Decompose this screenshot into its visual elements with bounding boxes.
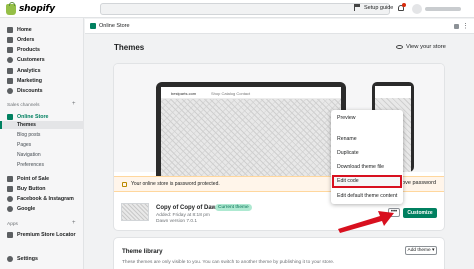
sidebar-item-orders[interactable]: Orders — [0, 35, 84, 44]
store-icon — [7, 113, 13, 120]
sidebar-item-premium-store-locator[interactable]: Premium Store Locator — [0, 230, 84, 239]
orders-icon — [7, 36, 13, 43]
avatar — [412, 4, 422, 14]
menu-item-preview[interactable]: Preview — [331, 113, 403, 124]
sidebar-item-label: Products — [17, 46, 40, 53]
setup-guide-button[interactable]: Setup guide — [354, 4, 393, 11]
theme-library-card: Theme library Add theme ▾ These themes a… — [114, 238, 444, 269]
menu-item-duplicate[interactable]: Duplicate — [331, 148, 403, 159]
view-store-link[interactable]: View your store — [396, 44, 446, 50]
tag-icon — [7, 46, 13, 53]
view-store-label: View your store — [406, 44, 446, 50]
add-theme-button[interactable]: Add theme ▾ — [405, 246, 437, 255]
sidebar-item-label: Marketing — [17, 77, 43, 84]
theme-library-title: Theme library — [122, 248, 163, 255]
discount-icon — [7, 87, 13, 94]
account-name-redacted — [425, 7, 461, 11]
sidebar-item-settings[interactable]: Settings — [0, 254, 84, 263]
shopify-bag-icon — [6, 1, 16, 15]
theme-name: Copy of Copy of Dawn — [156, 205, 220, 211]
megaphone-icon — [7, 77, 13, 84]
theme-actions-menu: Preview Rename Duplicate Download theme … — [331, 110, 403, 204]
sidebar-subitem-navigation[interactable]: Navigation — [0, 151, 84, 159]
search-input[interactable] — [100, 3, 390, 15]
sidebar-item-products[interactable]: Products — [0, 45, 84, 54]
sidebar-item-facebook-instagram[interactable]: Facebook & Instagram — [0, 194, 84, 203]
sidebar-subitem-preferences[interactable]: Preferences — [0, 161, 84, 169]
account-menu[interactable] — [412, 3, 468, 15]
sidebar-item-point-of-sale[interactable]: Point of Sale — [0, 174, 84, 183]
breadcrumb: Online Store ⋮ — [85, 19, 474, 34]
sidebar-item-label: Customers — [17, 56, 45, 63]
sidebar-item-label: Settings — [17, 255, 38, 262]
add-channel-icon[interactable]: + — [72, 101, 76, 107]
store-icon — [90, 23, 96, 29]
home-icon — [7, 26, 13, 33]
sidebar-subitem-pages[interactable]: Pages — [0, 141, 84, 149]
password-banner-text: Your online store is password protected. — [131, 181, 220, 187]
sales-channels-heading: Sales channels — [7, 103, 40, 108]
sidebar-item-google[interactable]: Google — [0, 204, 84, 213]
flag-icon — [354, 4, 361, 11]
red-arrow-annotation — [338, 211, 394, 233]
notifications-bell-icon[interactable] — [397, 3, 406, 13]
page-title: Themes — [114, 43, 145, 52]
sidebar-item-label: Point of Sale — [17, 175, 50, 182]
sidebar-item-label: Home — [17, 26, 32, 33]
facebook-icon — [7, 195, 13, 202]
chart-icon — [7, 67, 13, 74]
customize-button[interactable]: Customize — [403, 208, 437, 218]
lock-icon — [122, 181, 127, 187]
sidebar: Home Orders Products Customers Analytics… — [0, 18, 84, 269]
sidebar-item-label: Buy Button — [17, 185, 46, 192]
notification-badge — [402, 3, 406, 7]
preview-site-links: Shop Catalog Contact — [211, 91, 251, 96]
theme-thumbnail — [121, 203, 149, 221]
sidebar-item-label: Google — [17, 205, 36, 212]
setup-guide-label: Setup guide — [364, 4, 394, 11]
pin-icon[interactable] — [454, 24, 459, 29]
menu-item-rename[interactable]: Rename — [331, 134, 403, 145]
brand-name: shopify — [19, 4, 55, 14]
preview-site-name: bestparts.com — [171, 91, 197, 96]
menu-item-edit-default-theme-content[interactable]: Edit default theme content — [331, 191, 403, 202]
theme-library-description: These themes are only visible to you. Yo… — [122, 260, 335, 265]
theme-version: Dawn version 7.0.1 — [156, 219, 198, 224]
sidebar-item-label: Online Store — [17, 113, 49, 120]
highlight-box-annotation — [332, 175, 402, 188]
app-icon — [7, 231, 13, 238]
add-app-icon[interactable]: + — [72, 220, 76, 226]
sidebar-subitem-blog-posts[interactable]: Blog posts — [0, 131, 84, 139]
shopify-logo[interactable]: shopify — [6, 1, 55, 15]
sidebar-item-home[interactable]: Home — [0, 25, 84, 34]
gear-icon — [7, 255, 13, 262]
sidebar-item-analytics[interactable]: Analytics — [0, 66, 84, 75]
sidebar-item-label: Analytics — [17, 67, 41, 74]
sidebar-item-label: Premium Store Locator — [17, 231, 76, 238]
sidebar-item-label: Facebook & Instagram — [17, 195, 74, 202]
google-icon — [7, 205, 13, 212]
sidebar-item-label: Orders — [17, 36, 35, 43]
person-icon — [7, 56, 13, 63]
menu-item-download-theme-file[interactable]: Download theme file — [331, 162, 403, 173]
current-theme-badge: Current theme — [215, 204, 252, 211]
sidebar-item-label: Discounts — [17, 87, 43, 94]
apps-heading: Apps — [7, 222, 18, 227]
breadcrumb-label[interactable]: Online Store — [99, 23, 130, 29]
preview-site-header: bestparts.com Shop Catalog Contact — [161, 87, 341, 99]
top-bar: shopify Setup guide — [0, 0, 474, 18]
sidebar-item-discounts[interactable]: Discounts — [0, 86, 84, 95]
pos-icon — [7, 175, 13, 182]
sidebar-item-marketing[interactable]: Marketing — [0, 76, 84, 85]
sidebar-item-customers[interactable]: Customers — [0, 55, 84, 64]
more-actions-icon[interactable]: ⋮ — [462, 22, 469, 30]
buy-button-icon — [7, 185, 13, 192]
eye-icon — [396, 45, 403, 49]
sidebar-item-buy-button[interactable]: Buy Button — [0, 184, 84, 193]
sidebar-subitem-themes[interactable]: Themes — [0, 121, 84, 129]
theme-added-date: Added: Friday at 8:18 pm — [156, 213, 210, 218]
sidebar-item-online-store[interactable]: Online Store — [0, 112, 84, 121]
